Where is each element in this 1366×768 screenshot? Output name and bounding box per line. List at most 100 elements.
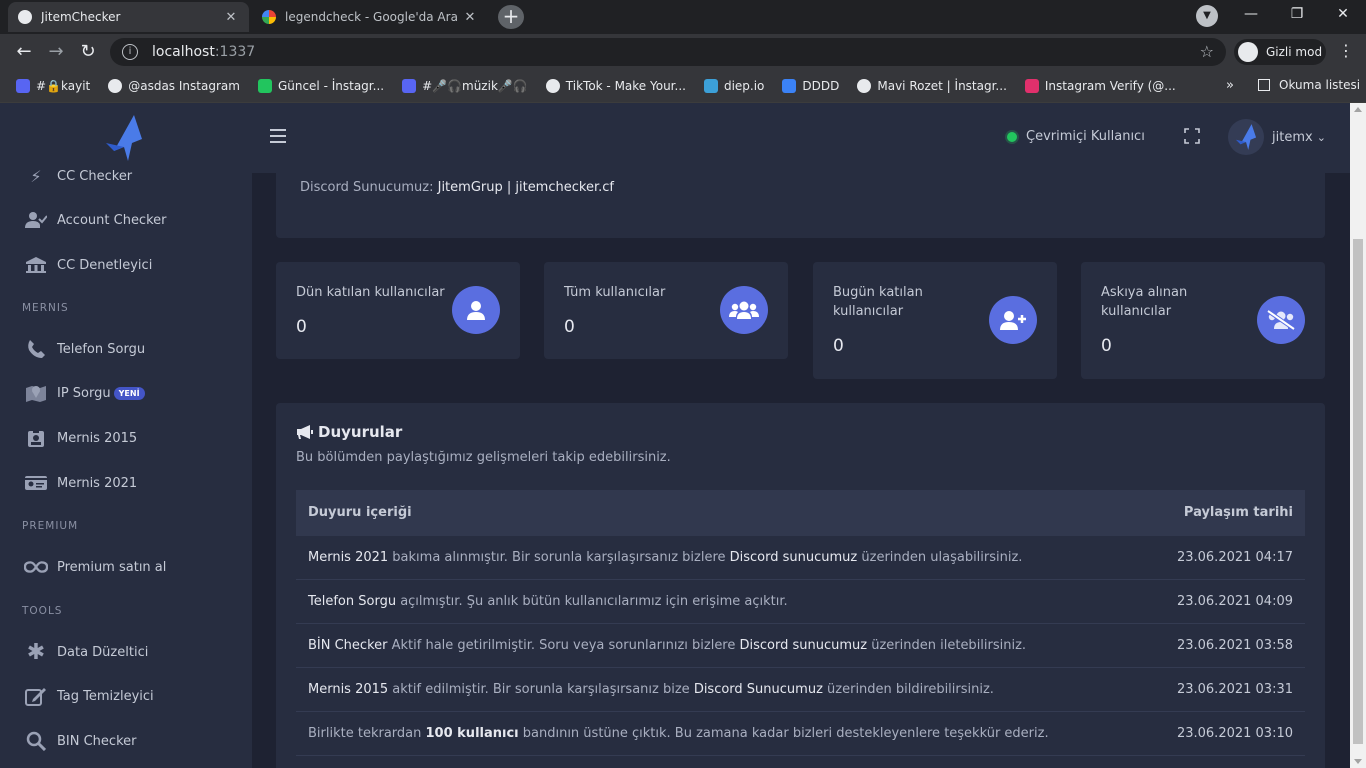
restore-button[interactable]: ❐ [1282,6,1312,22]
reload-button[interactable]: ↻ [76,41,100,62]
table-row: Telefon Sorgu açılmıştır. Şu anlık bütün… [296,580,1305,624]
edit-icon [24,686,48,706]
sidebar-item-tag-temizleyici[interactable]: Tag Temizleyici [24,684,154,708]
table-row: Mernis 2021 bakıma alınmıştır. Bir sorun… [296,536,1305,580]
bookmark-label: @asdas Instagram [128,79,240,93]
sidebar: ⚡ CC Checker Account Checker CC Denetley… [0,103,252,768]
sidebar-item-cc-denetleyici[interactable]: CC Denetleyici [24,253,152,277]
close-tab-icon[interactable]: ✕ [223,10,239,25]
jitem-logo-icon[interactable] [104,113,144,163]
stat-value: 0 [1101,336,1112,356]
bookmarks-bar: #🔒kayit @asdas Instagram Güncel - İnstagr.… [0,70,1366,103]
announcement-highlight: Mernis 2021 [308,550,389,565]
bookmark-item[interactable]: diep.io [703,79,765,93]
tab-strip: JitemChecker ✕ legendcheck - Google'da A… [0,0,1366,34]
new-tab-button[interactable]: + [498,5,524,29]
close-tab-icon[interactable]: ✕ [462,10,478,25]
sidebar-item-label: IP Sorgu [57,385,111,401]
table-row: BİN Checker Aktif hale getirilmiştir. So… [296,624,1305,668]
infinity-icon [24,557,48,577]
bookmark-item[interactable]: Güncel - İnstagr... [257,79,385,93]
google-favicon-icon [262,10,276,24]
announcement-text: BİN Checker Aktif hale getirilmiştir. So… [308,638,1026,653]
sidebar-item-account-checker[interactable]: Account Checker [24,208,167,232]
site-info-icon[interactable]: i [122,44,138,60]
scroll-down-icon[interactable] [1354,759,1362,764]
back-button[interactable]: ← [12,41,36,62]
sidebar-item-mernis-2015[interactable]: Mernis 2015 [24,426,137,450]
announcement-date: 23.06.2021 03:31 [1176,682,1293,697]
user-menu[interactable]: jitemx ⌄ [1228,119,1326,155]
users-slash-icon [1257,296,1305,344]
username: jitemx [1272,129,1313,145]
column-header-date: Paylaşım tarihi [1183,505,1293,520]
announcement-fragment: Aktif hale getirilmiştir. Soru veya soru… [387,638,740,653]
announcement-fragment: üzerinden bildirebilirsiniz. [822,682,994,697]
close-window-button[interactable]: ✕ [1328,6,1358,22]
tab-jitemchecker[interactable]: JitemChecker ✕ [8,2,249,32]
sidebar-item-mernis-2021[interactable]: Mernis 2021 [24,471,137,495]
stat-label: Tüm kullanıcılar [564,285,666,300]
bookmark-item[interactable]: @asdas Instagram [108,79,240,93]
bookmark-label: Instagram Verify (@... [1044,79,1176,93]
page-scrollbar[interactable] [1350,103,1366,768]
stat-label: Bugün katılan kullanıcılar [833,285,923,319]
sidebar-item-label: Account Checker [57,212,167,228]
sidebar-item-ip-sorgu[interactable]: IP Sorgu YENİ [24,381,145,405]
id-card-icon [24,473,48,493]
announcement-highlight: BİN Checker [308,638,388,653]
incognito-label: Gizli mod [1266,45,1323,59]
announcement-highlight: Mernis 2015 [308,682,389,697]
bookmark-label: diep.io [723,79,765,93]
announcement-date: 23.06.2021 04:09 [1176,594,1293,609]
stat-card-suspended: Askıya alınan kullanıcılar 0 [1081,262,1325,379]
announcements-title: Duyurular [296,423,402,441]
bookmark-item[interactable]: #🎤🎧müzik🎤🎧 [402,79,528,93]
tab-search-icon[interactable]: ▼ [1192,5,1222,27]
bookmark-item[interactable]: #🔒kayit [16,79,90,93]
phone-icon [24,339,48,359]
incognito-indicator[interactable]: Gizli mod [1234,39,1326,65]
url-port: :1337 [214,44,256,60]
building-icon [24,255,48,275]
sidebar-item-label: CC Denetleyici [57,257,153,273]
sidebar-item-bin-checker[interactable]: BIN Checker [24,729,136,753]
sidebar-item-data-duzeltici[interactable]: ✱ Data Düzeltici [24,640,149,665]
bookmark-item[interactable]: DDDD [782,79,839,93]
scroll-up-icon[interactable] [1354,107,1362,112]
menu-toggle-icon[interactable] [270,129,286,143]
fullscreen-icon[interactable] [1184,128,1200,144]
online-users-indicator: Çevrimiçi Kullanıcı [1007,129,1145,144]
tab-google-search[interactable]: legendcheck - Google'da Ara ✕ [252,2,488,32]
users-icon [720,286,768,334]
reading-list-icon [1258,79,1270,91]
tab-title: legendcheck - Google'da Ara [285,10,458,24]
bookmark-item[interactable]: Mavi Rozet | İnstagr... [857,79,1007,93]
sidebar-item-telefon-sorgu[interactable]: Telefon Sorgu [24,337,145,361]
minimize-button[interactable]: — [1236,6,1266,22]
stat-value: 0 [564,317,575,337]
sidebar-item-premium[interactable]: Premium satın al [24,555,166,579]
bookmark-star-icon[interactable]: ☆ [1200,42,1214,61]
user-check-icon [24,210,48,230]
bookmark-favicon-icon [257,79,272,93]
forward-button[interactable]: → [44,41,68,62]
announcement-highlight: Telefon Sorgu [308,594,397,609]
discord-server-link[interactable]: JitemGrup | jitemchecker.cf [438,180,614,195]
announcement-fragment: aktif edilmiştir. Bir sorunla karşılaşır… [388,682,694,697]
bookmark-item[interactable]: TikTok - Make Your... [545,79,686,93]
map-marker-icon [24,383,48,403]
bookmark-item[interactable]: Instagram Verify (@... [1024,79,1176,93]
discord-prefix: Discord Sunucumuz: [300,180,434,195]
address-bar[interactable]: i localhost:1337 ☆ [110,38,1226,66]
announcement-fragment: açılmıştır. Şu anlık bütün kullanıcıları… [396,594,788,609]
reading-list-button[interactable]: Okuma listesi [1258,78,1360,92]
announcement-date: 23.06.2021 03:58 [1176,638,1293,653]
scrollbar-thumb[interactable] [1353,239,1363,744]
bookmark-label: Güncel - İnstagr... [277,79,385,93]
bookmarks-more-button[interactable]: » [1226,78,1234,93]
id-badge-icon [24,428,48,448]
announcement-fragment: bandının üstüne çıktık. Bu zamana kadar … [518,726,1049,741]
browser-menu-icon[interactable]: ⋮ [1338,41,1354,60]
sidebar-item-cc-checker[interactable]: ⚡ CC Checker [24,164,132,188]
